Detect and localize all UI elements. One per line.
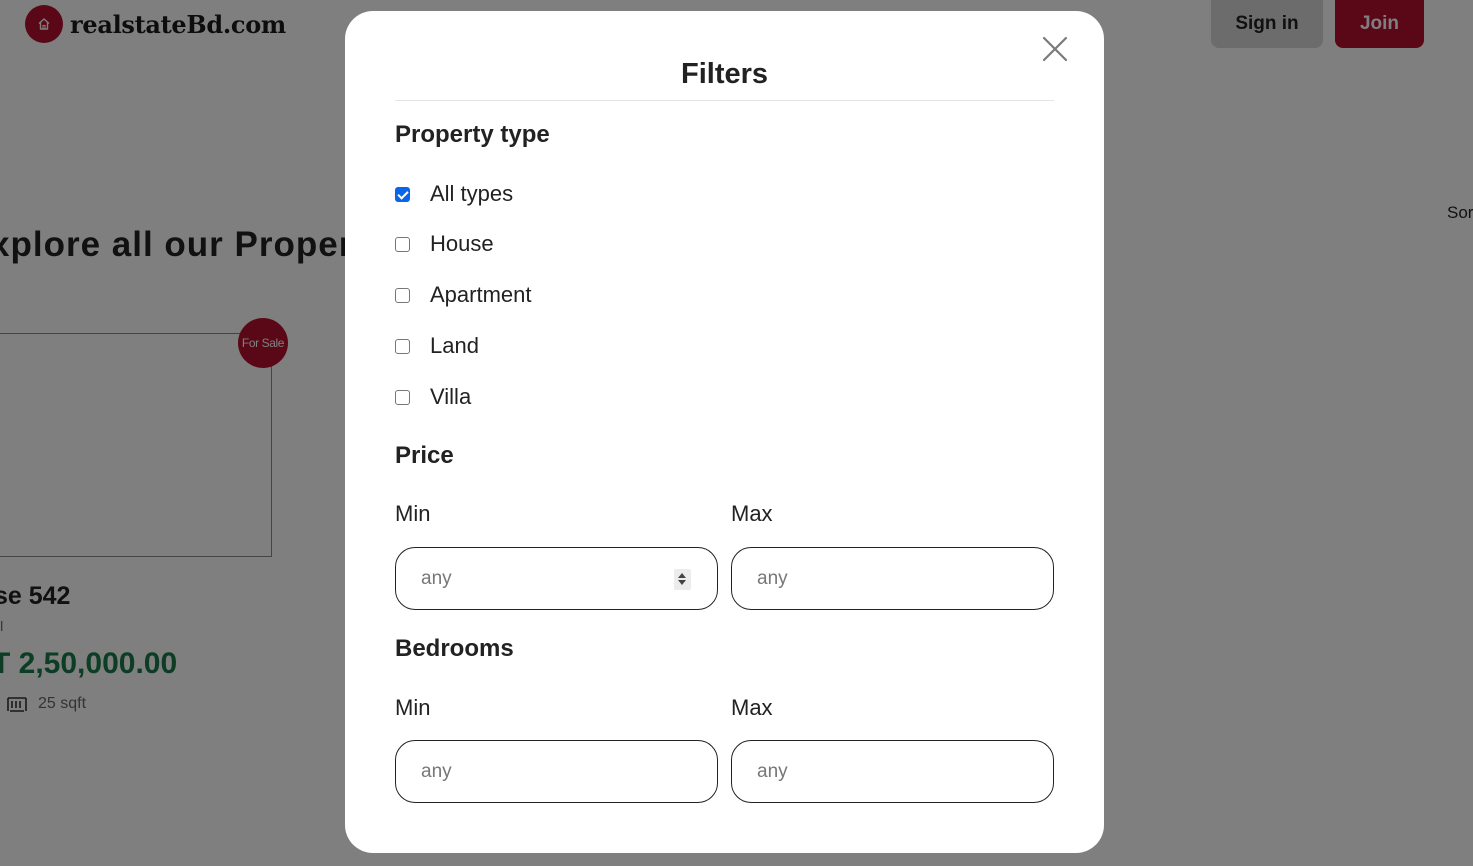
checkbox-villa[interactable]: Villa (395, 384, 471, 410)
bedrooms-max-label: Max (731, 695, 773, 720)
bedrooms-min-label: Min (395, 695, 431, 720)
checkbox-control[interactable] (395, 389, 410, 405)
checkbox-control[interactable] (395, 236, 410, 252)
checkbox-house[interactable]: House (395, 231, 494, 257)
price-min-placeholder: any (421, 567, 452, 589)
bedrooms-heading: Bedrooms (395, 635, 514, 662)
checkbox-all-types[interactable]: All types (395, 181, 513, 207)
checkbox-land[interactable]: Land (395, 333, 479, 359)
price-min-input[interactable]: any (395, 547, 718, 610)
price-max-input[interactable]: any (731, 547, 1054, 610)
bedrooms-min-input[interactable]: any (395, 740, 718, 803)
price-heading: Price (395, 442, 454, 469)
bedrooms-max-placeholder: any (757, 760, 788, 782)
property-type-heading: Property type (395, 121, 550, 148)
checkbox-label: House (430, 231, 494, 256)
checkbox-control[interactable] (395, 186, 410, 202)
checkbox-control[interactable] (395, 287, 410, 303)
price-max-label: Max (731, 501, 773, 526)
checkbox-label: All types (430, 181, 514, 206)
title-divider (395, 100, 1054, 101)
checkbox-apartment[interactable]: Apartment (395, 282, 532, 308)
modal-title: Filters (680, 58, 769, 90)
checkbox-control[interactable] (395, 338, 410, 354)
checkbox-label: Land (430, 333, 479, 358)
price-max-placeholder: any (757, 567, 788, 589)
price-min-label: Min (395, 501, 431, 526)
checkbox-label: Villa (430, 384, 472, 409)
number-spinner-icon[interactable] (674, 569, 691, 590)
filters-modal: Filters Property type All types House Ap… (345, 11, 1104, 853)
bedrooms-min-placeholder: any (421, 760, 452, 782)
checkbox-label: Apartment (430, 282, 532, 307)
bedrooms-max-input[interactable]: any (731, 740, 1054, 803)
